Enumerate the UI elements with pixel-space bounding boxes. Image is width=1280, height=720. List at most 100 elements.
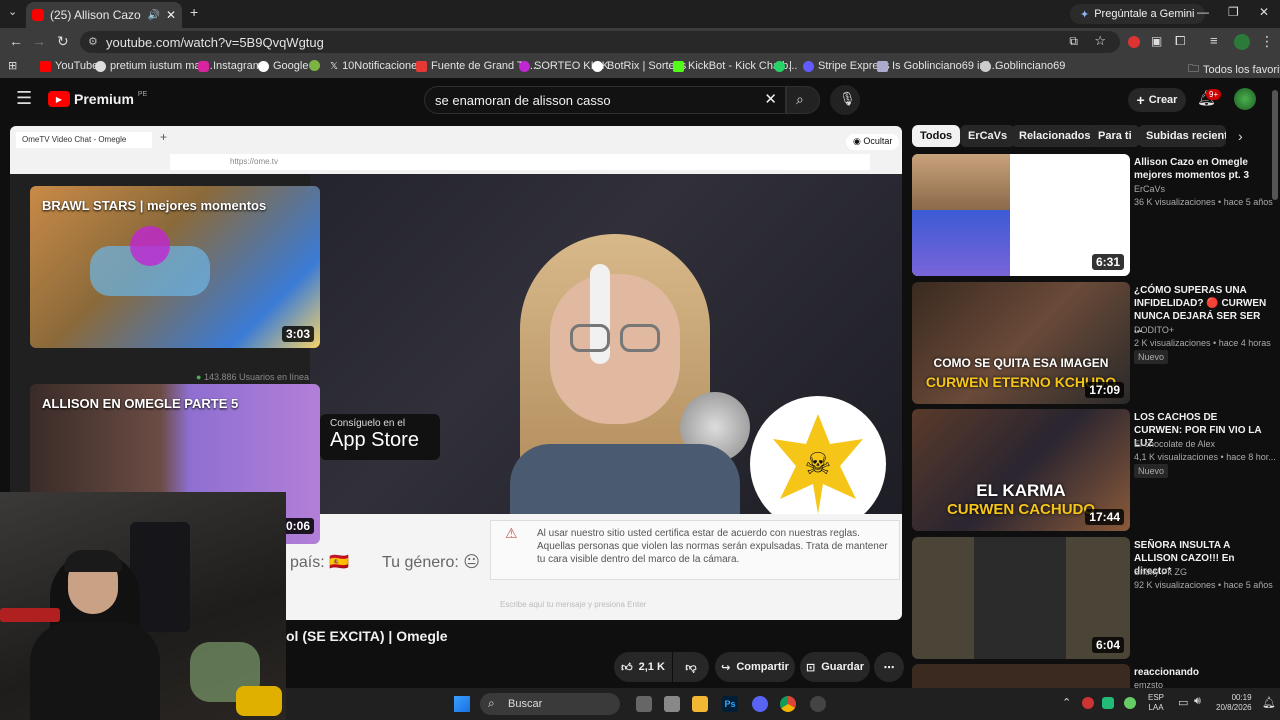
share-button[interactable]: ↪ Compartir — [715, 652, 795, 682]
maximize-icon[interactable]: ❐ — [1228, 5, 1239, 19]
tray-app-icon[interactable] — [1082, 697, 1094, 709]
share-icon: ↪ — [721, 661, 731, 674]
rec-item[interactable]: 6:04 SEÑORA INSULTA A ALLISON CAZO!!! En… — [912, 537, 1273, 659]
like-button[interactable]: 👍︎ 2,1 K — [614, 652, 672, 682]
bookmark-item[interactable]: Goblinciano69 — [980, 60, 1065, 72]
search-icon: ⌕ — [488, 696, 495, 710]
address-bar[interactable]: ⚙ youtube.com/watch?v=5B9QvqWgtug ⧉ ☆ — [80, 31, 1120, 53]
tray-app-icon[interactable] — [1102, 697, 1114, 709]
voice-search-button[interactable]: 🎙 — [830, 85, 860, 115]
network-icon[interactable]: ▭ — [1178, 696, 1188, 709]
youtube-logo[interactable]: ▶ Premium PE — [48, 91, 147, 107]
create-button[interactable]: + Crear — [1128, 88, 1186, 112]
chip-todos[interactable]: Todos — [912, 125, 961, 147]
taskbar-search[interactable]: ⌕ Buscar — [480, 693, 620, 715]
chrome-icon[interactable] — [780, 696, 796, 712]
window-close-icon[interactable]: ✕ — [1259, 5, 1269, 19]
gemini-icon: ✦ — [1080, 8, 1090, 21]
tray-app-icon[interactable] — [1124, 697, 1136, 709]
inner-url: https://ome.tv — [170, 154, 870, 170]
rec-channel[interactable]: El chocolate de Alex — [1134, 439, 1215, 449]
tab-close-icon[interactable]: ✕ — [166, 8, 176, 22]
bookmark-item[interactable]: Instagram — [198, 60, 262, 72]
extensions-puzzle-icon[interactable]: ⧠ — [1175, 33, 1185, 49]
rec-title[interactable]: Allison Cazo en Omegle mejores momentos … — [1134, 156, 1268, 182]
rec-item[interactable]: EL KARMA CURWEN CACHUDO 17:44 LOS CACHOS… — [912, 409, 1276, 531]
gemini-label: Pregúntale a Gemini — [1094, 8, 1195, 20]
youtube-header: ☰ ▶ Premium PE se enamoran de alisson ca… — [0, 80, 1280, 120]
new-tab-icon[interactable]: + — [190, 4, 198, 20]
chevron-right-icon[interactable]: › — [1238, 128, 1243, 144]
tray-chevron-icon[interactable]: ⌃ — [1062, 696, 1071, 709]
rec-item[interactable]: COMO SE QUITA ESA IMAGEN CURWEN ETERNO K… — [912, 282, 1271, 404]
notifications-icon[interactable]: 🔔︎ — [1262, 696, 1276, 709]
chrome-menu-icon[interactable]: ⋮ — [1260, 33, 1274, 50]
language-indicator[interactable]: ESP LAA — [1148, 693, 1164, 713]
rec-thumbnail[interactable]: EL KARMA CURWEN CACHUDO 17:44 — [912, 409, 1130, 531]
reading-list-icon[interactable]: ≡ — [1210, 33, 1218, 48]
search-button[interactable]: ⌕ — [786, 86, 820, 114]
chip-para-ti[interactable]: Para ti — [1090, 125, 1140, 147]
file-explorer-icon[interactable] — [692, 696, 708, 712]
save-button[interactable]: ⊡ Guardar — [800, 652, 870, 682]
profile-avatar[interactable] — [1234, 34, 1250, 50]
volume-icon[interactable]: 🔊︎ — [1194, 695, 1201, 708]
extension-icon[interactable] — [1128, 36, 1140, 48]
rec-channel[interactable]: Snoky Pk ZG — [1134, 567, 1187, 577]
rec-thumbnail[interactable]: COMO SE QUITA ESA IMAGEN CURWEN ETERNO K… — [912, 282, 1130, 404]
rec-channel[interactable]: ErCaVs — [1134, 184, 1165, 194]
browser-tab-active[interactable]: (25) Allison Cazo pasa des... 🔊 ✕ — [26, 2, 182, 28]
app-icon[interactable] — [810, 696, 826, 712]
more-actions-button[interactable]: ⋯ — [874, 652, 904, 682]
task-view-icon[interactable] — [636, 696, 652, 712]
hide-overlay-button[interactable]: ◉ Ocultar — [846, 134, 900, 150]
rec-thumbnail[interactable] — [912, 664, 1130, 688]
clear-search-icon[interactable]: ✕ — [764, 90, 777, 108]
chip-ercavs[interactable]: ErCaVs — [960, 125, 1016, 147]
app-icon[interactable] — [664, 696, 680, 712]
all-bookmarks-folder[interactable]: 🗀 Todos los favoritos — [1188, 60, 1280, 79]
minimize-icon[interactable]: — — [1197, 5, 1209, 19]
reload-icon[interactable]: ↻ — [57, 33, 69, 50]
overlay-brawl-stars[interactable]: BRAWL STARS | mejores momentos 3:03 — [30, 186, 320, 348]
hamburger-menu-icon[interactable]: ☰ — [16, 88, 32, 109]
users-online: ● 143.886 Usuarios en línea — [196, 372, 309, 382]
appstore-small-text: Consíguelo en el — [330, 418, 406, 429]
forward-icon[interactable]: → — [32, 33, 46, 49]
streamer-camera: ☠ Consíguelo en el App Store — [310, 174, 902, 532]
rec-item[interactable]: 6:31 Allison Cazo en Omegle mejores mome… — [912, 154, 1273, 276]
bookmark-item[interactable] — [309, 60, 320, 71]
cast-icon[interactable]: ⧉ — [1069, 34, 1078, 49]
extension-icon[interactable]: ▣ — [1151, 34, 1162, 48]
windows-start-icon[interactable] — [454, 696, 470, 712]
photoshop-icon[interactable]: Ps — [722, 696, 738, 712]
chip-relacionados[interactable]: Relacionados — [1011, 125, 1099, 147]
rec-channel[interactable]: DODITO+ — [1134, 325, 1174, 335]
tab-search-icon[interactable]: ⌄ — [8, 5, 17, 18]
search-input[interactable]: se enamoran de alisson casso ✕ — [424, 86, 786, 114]
thumb-text: COMO SE QUITA ESA IMAGEN — [933, 356, 1109, 370]
bookmark-star-icon[interactable]: ☆ — [1094, 33, 1106, 49]
site-info-icon[interactable]: ⚙ — [88, 35, 98, 48]
bookmark-item[interactable]: YouTube — [40, 60, 98, 72]
bookmark-item[interactable]: | — [774, 60, 792, 72]
rec-meta: 36 K visualizaciones • hace 5 años — [1134, 197, 1273, 207]
discord-icon[interactable] — [752, 696, 768, 712]
chip-subidas-recientes[interactable]: Subidas recientes — [1138, 125, 1226, 147]
user-avatar[interactable] — [1234, 88, 1256, 110]
dislike-button[interactable]: 👎︎ — [673, 652, 709, 682]
back-icon[interactable]: ← — [9, 33, 23, 49]
clock[interactable]: 00:19 20/8/2026 — [1216, 693, 1252, 713]
rec-thumbnail[interactable]: 6:31 — [912, 154, 1130, 276]
bookmark-item[interactable]: Google — [258, 60, 308, 72]
country-selector: país: 🇪🇸 — [290, 552, 349, 572]
speaker-icon[interactable]: 🔊 — [147, 10, 159, 21]
bookmark-item[interactable]: 𝕏 10Notificaciones — [330, 60, 423, 72]
rec-title[interactable]: reaccionando — [1134, 666, 1268, 679]
page-scrollbar[interactable] — [1272, 90, 1278, 200]
rec-item[interactable]: reaccionando emzsto — [912, 664, 1268, 690]
bookmark-item[interactable]: pretium iustum mat... — [95, 60, 213, 72]
rec-thumbnail[interactable]: 6:04 — [912, 537, 1130, 659]
apps-grid-icon[interactable]: ⊞ — [8, 59, 17, 72]
gemini-button[interactable]: ✦ Pregúntale a Gemini — [1070, 4, 1205, 24]
